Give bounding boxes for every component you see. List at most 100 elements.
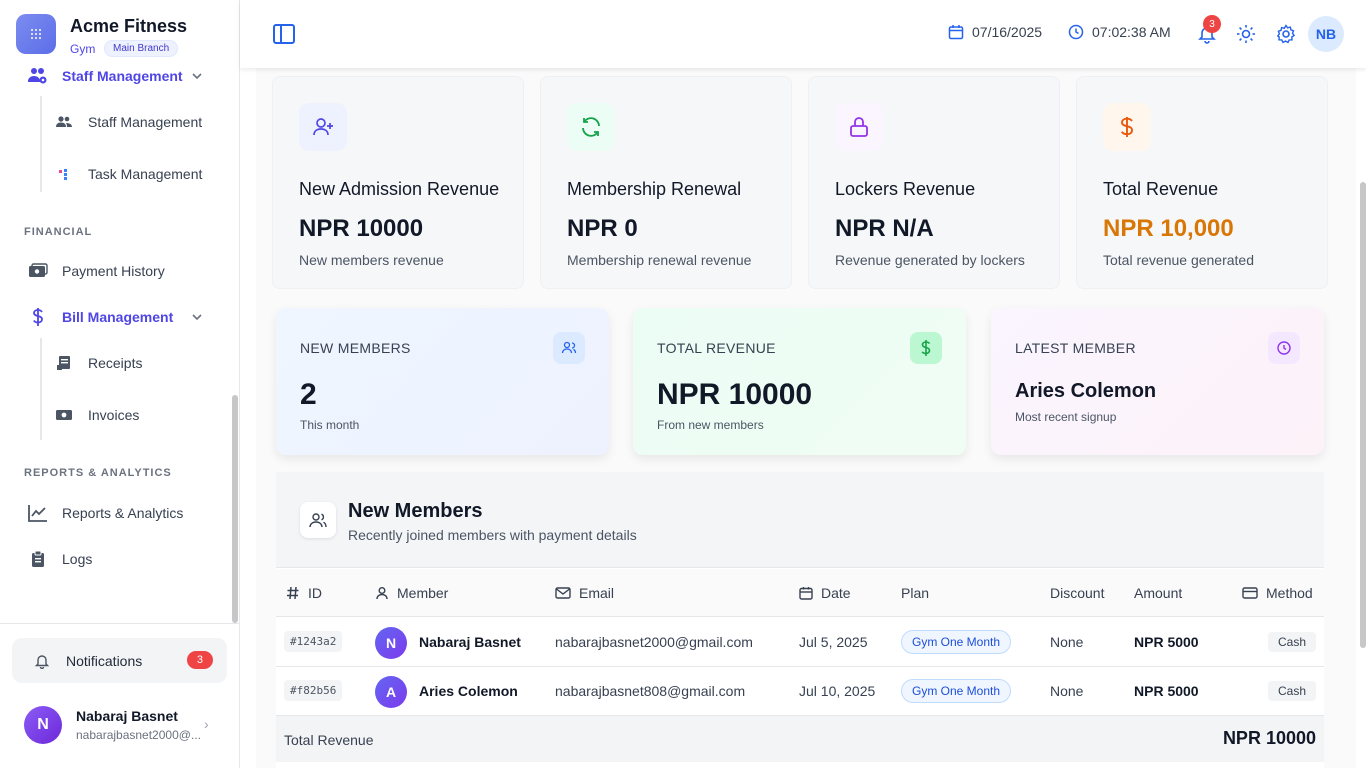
- banknote-icon: [54, 405, 74, 425]
- sidebar-toggle-icon[interactable]: [272, 22, 296, 46]
- users-icon: [553, 332, 585, 364]
- chart-line-icon: [28, 503, 48, 523]
- sidebar-subitem-label: Receipts: [88, 355, 143, 371]
- stat-card-latest-member: LATEST MEMBER Aries Colemon Most recent …: [991, 308, 1324, 455]
- avatar: A: [375, 676, 407, 708]
- revenue-card-lockers: Lockers Revenue NPR N/A Revenue generate…: [808, 76, 1060, 289]
- stat-card-value: Aries Colemon: [1015, 380, 1157, 402]
- member-discount: None: [1050, 634, 1084, 650]
- dollar-icon: [28, 307, 48, 327]
- main-scrollbar[interactable]: [1360, 182, 1366, 648]
- brand-type: Gym: [70, 42, 96, 56]
- sidebar-scrollbar[interactable]: [232, 395, 238, 623]
- sidebar-item-reports-analytics[interactable]: Reports & Analytics: [28, 503, 183, 523]
- column-method[interactable]: Method: [1242, 585, 1313, 601]
- tasks-icon: [54, 164, 74, 184]
- sidebar-notifications[interactable]: Notifications 3: [12, 638, 227, 683]
- sun-icon[interactable]: [1236, 24, 1256, 44]
- avatar: N: [375, 627, 407, 659]
- sidebar-item-payment-history[interactable]: Payment History: [28, 261, 165, 281]
- new-members-table: New Members Recently joined members with…: [276, 472, 1324, 768]
- sidebar-subitem-label: Staff Management: [88, 114, 203, 130]
- user-profile[interactable]: N Nabaraj Basnet nabarajbasnet2000@... ›: [24, 704, 224, 744]
- notification-badge: 3: [1203, 15, 1221, 33]
- clipboard-icon: [28, 549, 48, 569]
- column-label: Date: [821, 585, 851, 601]
- column-label: Discount: [1050, 585, 1105, 601]
- sidebar-subitem-label: Task Management: [88, 166, 203, 182]
- bell-icon: [34, 654, 50, 669]
- hash-icon: [287, 586, 299, 600]
- sidebar: Acme Fitness Gym Main Branch Staff Manag…: [0, 0, 240, 768]
- method-badge: Cash: [1267, 632, 1316, 652]
- sidebar-item-staff-management[interactable]: Staff Management: [28, 66, 183, 86]
- revenue-card-value: NPR 10,000: [1103, 215, 1234, 242]
- grid-icon: [31, 29, 41, 39]
- stat-card-new-members: NEW MEMBERS 2 This month: [276, 308, 609, 455]
- column-member[interactable]: Member: [375, 585, 448, 601]
- submenu-line: [40, 338, 42, 440]
- column-label: Amount: [1134, 585, 1183, 601]
- revenue-card-title: Total Revenue: [1103, 179, 1219, 199]
- column-amount[interactable]: Amount: [1134, 585, 1182, 601]
- brand-header: Acme Fitness Gym Main Branch: [0, 0, 239, 66]
- table-row[interactable]: #f82b56 A Aries Colemon nabarajbasnet808…: [276, 667, 1324, 716]
- brand-logo: [16, 14, 56, 54]
- column-date[interactable]: Date: [799, 585, 851, 601]
- sidebar-subitem-receipts[interactable]: Receipts: [54, 353, 142, 373]
- sidebar-item-bill-management[interactable]: Bill Management: [28, 307, 173, 327]
- sidebar-footer-divider: [0, 623, 239, 624]
- member-id: #f82b56: [284, 680, 343, 701]
- users-icon: [300, 502, 336, 538]
- user-icon: [376, 587, 388, 600]
- sidebar-item-label: Reports & Analytics: [62, 505, 184, 521]
- revenue-card-title: Lockers Revenue: [835, 179, 976, 199]
- clock-icon: [1268, 332, 1300, 364]
- stat-card-label: LATEST MEMBER: [1015, 340, 1136, 356]
- sidebar-item-logs[interactable]: Logs: [28, 549, 92, 569]
- sidebar-subitem-label: Invoices: [88, 407, 140, 423]
- stat-card-label: NEW MEMBERS: [300, 340, 411, 356]
- header-time-text: 07:02:38 AM: [1092, 24, 1171, 40]
- revenue-card-value: NPR 10000: [299, 215, 424, 242]
- chevron-down-icon[interactable]: [190, 69, 204, 83]
- member-amount: NPR 5000: [1134, 683, 1199, 699]
- revenue-card-subtitle: Revenue generated by lockers: [835, 252, 1025, 268]
- member-date: Jul 5, 2025: [799, 634, 868, 650]
- column-id[interactable]: ID: [286, 585, 322, 601]
- member-discount: None: [1050, 683, 1084, 699]
- sidebar-subitem-invoices[interactable]: Invoices: [54, 405, 139, 425]
- table-row[interactable]: #1243a2 N Nabaraj Basnet nabarajbasnet20…: [276, 618, 1324, 667]
- column-label: ID: [308, 585, 322, 601]
- chevron-right-icon: ›: [204, 716, 209, 732]
- chevron-down-icon[interactable]: [190, 310, 204, 324]
- calendar-icon: [799, 587, 813, 600]
- refresh-icon: [567, 103, 615, 151]
- stat-card-subtitle: Most recent signup: [1015, 410, 1117, 424]
- notifications-count-badge: 3: [186, 651, 213, 669]
- sidebar-subitem-staff-management[interactable]: Staff Management: [54, 112, 202, 132]
- gear-icon[interactable]: [1276, 24, 1296, 44]
- header-date-text: 07/16/2025: [972, 24, 1043, 40]
- brand-name: Acme Fitness: [70, 16, 188, 36]
- column-label: Plan: [901, 585, 930, 601]
- header-avatar[interactable]: NB: [1308, 16, 1344, 52]
- column-discount[interactable]: Discount: [1050, 585, 1104, 601]
- table-title: New Members: [348, 500, 483, 522]
- column-email[interactable]: Email: [555, 585, 614, 601]
- column-plan[interactable]: Plan: [901, 585, 929, 601]
- member-date: Jul 10, 2025: [799, 683, 876, 699]
- top-header: 07/16/2025 07:02:38 AM 3 NB: [240, 0, 1366, 68]
- calendar-icon: [948, 25, 964, 40]
- notifications-label: Notifications: [66, 652, 143, 669]
- credit-card-icon: [1242, 587, 1258, 599]
- branch-badge: Main Branch: [104, 40, 179, 57]
- dollar-icon: [910, 332, 942, 364]
- revenue-card-total: Total Revenue NPR 10,000 Total revenue g…: [1076, 76, 1328, 289]
- sidebar-subitem-task-management[interactable]: Task Management: [54, 164, 202, 184]
- stat-card-subtitle: This month: [300, 418, 360, 432]
- mail-icon: [555, 587, 571, 599]
- main-content: New Admission Revenue NPR 10000 New memb…: [256, 68, 1356, 768]
- sidebar-item-label: Bill Management: [62, 309, 174, 325]
- column-label: Email: [579, 585, 615, 601]
